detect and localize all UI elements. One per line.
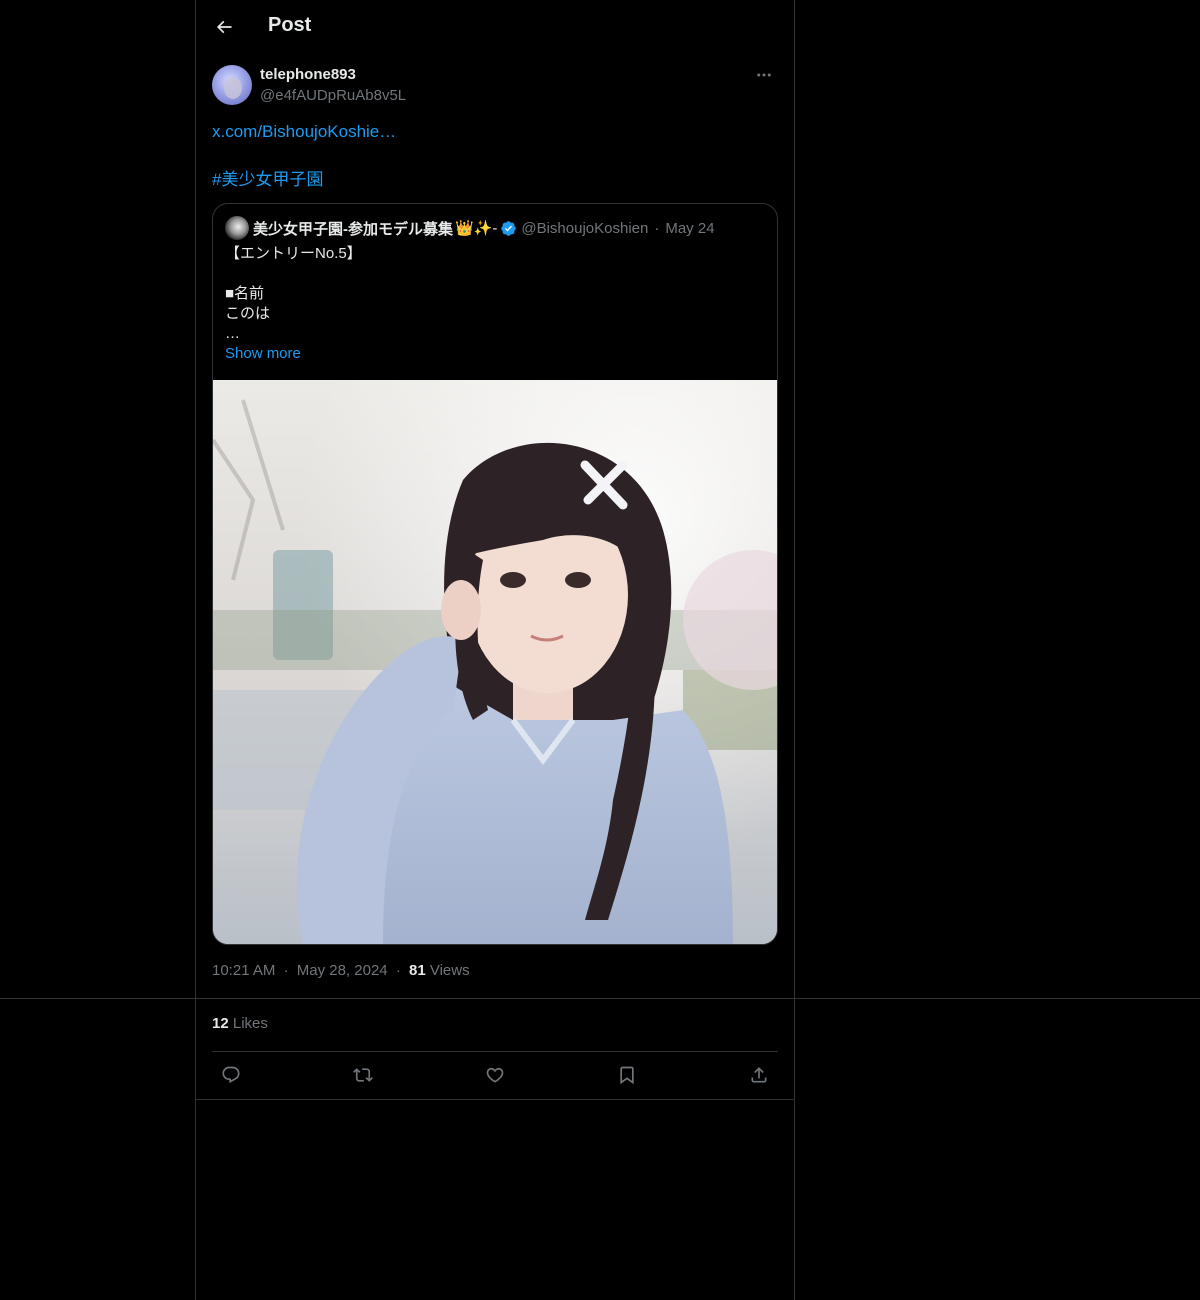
tweet-hashtag[interactable]: #美少女甲子園 (212, 168, 396, 192)
repost-icon (353, 1068, 373, 1082)
reply-icon (222, 1066, 240, 1084)
bookmark-icon (620, 1066, 634, 1085)
post-meta: 10:21 AM · May 28, 2024 · 81 Views (212, 962, 470, 979)
action-bar (212, 1052, 778, 1098)
quoted-line: ​ (225, 264, 765, 284)
repost-button[interactable] (348, 1060, 378, 1090)
author-display-name[interactable]: telephone893 (260, 66, 356, 83)
share-icon (751, 1067, 767, 1083)
verified-badge-icon (500, 220, 517, 237)
divider (212, 998, 778, 999)
reply-button[interactable] (216, 1060, 246, 1090)
quoted-line: ■名前 (225, 285, 265, 302)
author-row: telephone893 @e4fAUDpRuAb8v5L (212, 64, 778, 108)
page-title: Post (268, 14, 312, 36)
quoted-post[interactable]: 美少女甲子園-参加モデル募集 👑✨- @BishoujoKoshien · Ma… (212, 203, 778, 945)
arrow-left-icon (216, 20, 232, 34)
avatar[interactable] (212, 65, 252, 105)
likes-count: 12 (212, 1015, 229, 1032)
author-handle[interactable]: @e4fAUDpRuAb8v5L (260, 87, 406, 104)
photo-illustration (213, 380, 777, 944)
meta-separator: · (395, 962, 401, 979)
views-label: Views (429, 962, 470, 979)
show-more-link[interactable]: Show more (225, 344, 765, 364)
post-column: Post telephone893 @e4fAUDpRuAb8v5L x.com… (195, 0, 795, 1300)
quoted-display-name: 美少女甲子園-参加モデル募集 (253, 220, 453, 238)
quoted-line: 【エントリーNo.5】 (225, 245, 362, 262)
quoted-line: このは (225, 305, 271, 322)
bookmark-button[interactable] (612, 1060, 642, 1090)
meta-separator: · (283, 962, 289, 979)
tweet-text: x.com/BishoujoKoshie… #美少女甲子園 (212, 120, 396, 192)
quoted-line: … (225, 325, 240, 342)
back-button[interactable] (208, 11, 240, 43)
divider (196, 1099, 794, 1100)
post-date[interactable]: May 28, 2024 (297, 962, 388, 979)
quoted-handle: @BishoujoKoshien (521, 219, 649, 237)
quoted-separator: · (654, 219, 660, 237)
more-options-button[interactable] (750, 64, 778, 86)
quoted-avatar (225, 216, 249, 240)
tweet-link[interactable]: x.com/BishoujoKoshie… (212, 120, 396, 144)
more-horizontal-icon (757, 73, 771, 77)
views-count: 81 (408, 962, 426, 979)
likes-label: Likes (232, 1015, 268, 1032)
like-button[interactable] (480, 1060, 510, 1090)
quoted-date: May 24 (665, 219, 715, 237)
likes-stat[interactable]: 12 Likes (212, 1015, 268, 1032)
quoted-name-emoji: 👑✨- (455, 220, 498, 237)
post-time[interactable]: 10:21 AM (212, 962, 275, 979)
heart-icon (486, 1067, 504, 1083)
share-button[interactable] (744, 1060, 774, 1090)
quoted-post-header: 美少女甲子園-参加モデル募集 👑✨- @BishoujoKoshien · Ma… (225, 216, 715, 240)
header: Post (196, 0, 794, 54)
quoted-photo[interactable] (213, 380, 777, 944)
quoted-text: 【エントリーNo.5】 ​ ■名前 このは … Show more (225, 244, 765, 364)
